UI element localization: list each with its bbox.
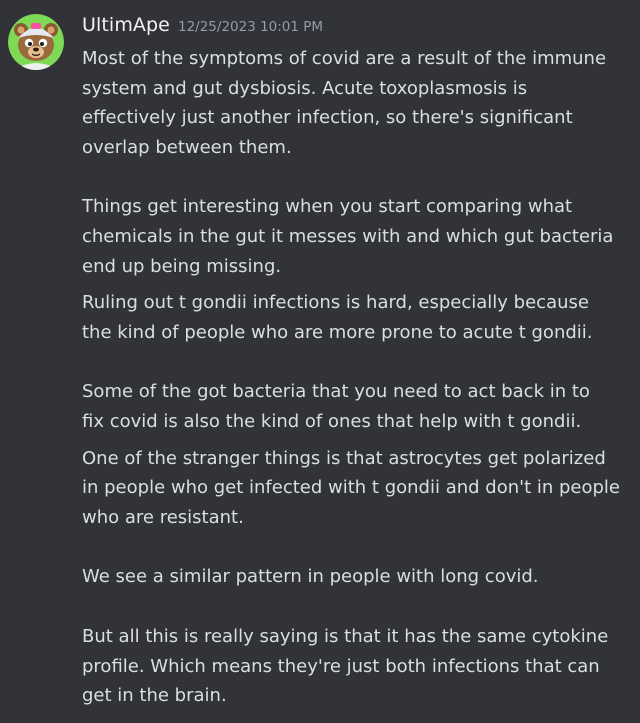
avatar[interactable] [8,14,64,70]
username[interactable]: UltimApe [82,14,170,36]
message-paragraph: Things get interesting when you start co… [82,196,614,277]
message-paragraph: But all this is really saying is that it… [82,625,609,707]
chat-message: UltimApe 12/25/2023 10:01 PM Most of the… [0,0,640,723]
message-header: UltimApe 12/25/2023 10:01 PM [82,14,323,42]
message-paragraph: Ruling out t gondii infections is hard, … [82,292,593,343]
message-paragraph: One of the stranger things is that astro… [82,447,620,528]
message-paragraph: We see a similar pattern in people with … [82,566,539,588]
bear-mascot-icon [8,14,64,70]
timestamp[interactable]: 12/25/2023 10:01 PM [178,19,323,35]
message-content: Most of the symptoms of covid are a resu… [82,44,632,711]
message-paragraph: Some of the got bacteria that you need t… [82,381,590,432]
message-paragraph: Most of the symptoms of covid are a resu… [82,48,607,158]
